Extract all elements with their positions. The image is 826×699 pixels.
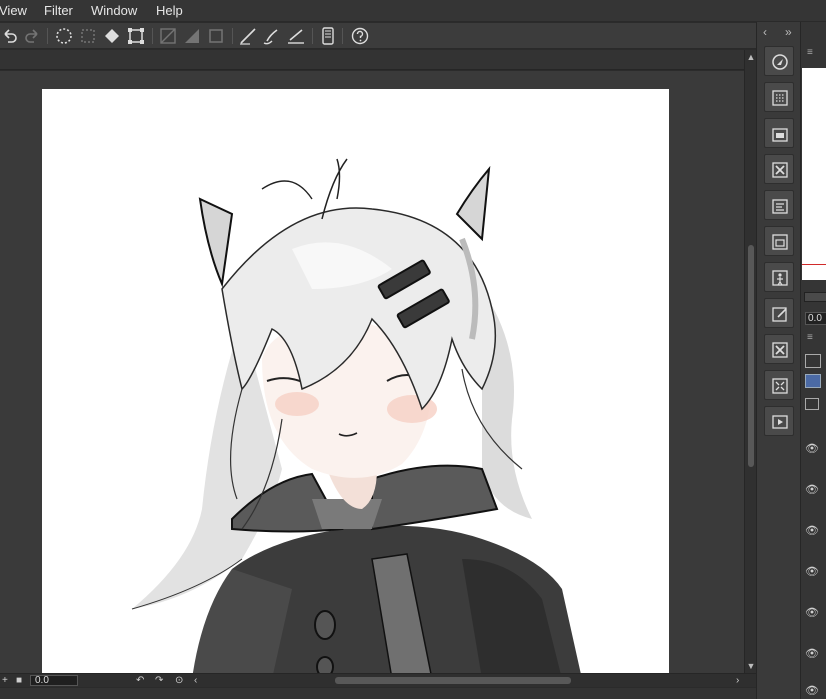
canvas-paper[interactable]: [42, 89, 669, 673]
layer-button[interactable]: [764, 226, 794, 256]
scroll-left-icon[interactable]: ‹: [194, 674, 197, 687]
menu-filter[interactable]: Filter: [44, 3, 73, 18]
menu-view[interactable]: View: [0, 3, 27, 18]
eye-icon[interactable]: 👁: [805, 684, 819, 697]
new-layer-icon[interactable]: [805, 354, 821, 368]
fill-icon[interactable]: [102, 26, 122, 46]
tool-property-button[interactable]: [764, 262, 794, 292]
snap-ruler-icon[interactable]: [158, 26, 178, 46]
eye-icon[interactable]: 👁: [805, 565, 819, 578]
collapse-icon[interactable]: ‹: [763, 25, 767, 39]
line-icon[interactable]: [286, 26, 306, 46]
pen-correction-icon[interactable]: [238, 26, 258, 46]
reset-icon[interactable]: ⊙: [175, 674, 183, 687]
rotate-right-icon[interactable]: ↷: [155, 674, 163, 687]
layer-panel-menu-icon[interactable]: ≡: [807, 332, 813, 343]
scroll-right-icon[interactable]: ›: [736, 674, 739, 687]
expand-icon[interactable]: »: [785, 25, 792, 39]
tablet-icon[interactable]: [318, 26, 338, 46]
help-icon[interactable]: [350, 26, 370, 46]
right-panel: ≡ 0.0 ≡ 👁 👁 👁 👁 👁 👁 👁: [800, 22, 826, 699]
animation-button[interactable]: [764, 406, 794, 436]
navigator-slider[interactable]: [804, 292, 826, 302]
snap-special-icon[interactable]: [206, 26, 226, 46]
selection-icon[interactable]: [54, 26, 74, 46]
navigator-preview[interactable]: [802, 68, 826, 280]
navigator-frame-line: [802, 264, 826, 265]
menubar: View Filter Window Help: [0, 0, 826, 22]
command-bar: ‹ »: [756, 22, 800, 699]
eye-icon[interactable]: 👁: [805, 524, 819, 537]
menu-window[interactable]: Window: [91, 3, 137, 18]
layer-mask-icon[interactable]: [805, 374, 821, 388]
panel-menu-icon[interactable]: ≡: [807, 47, 813, 58]
bottom-strip: [0, 688, 760, 699]
stop-icon[interactable]: ■: [16, 674, 22, 687]
snap-grid-icon[interactable]: [182, 26, 202, 46]
material-button[interactable]: [764, 82, 794, 112]
eye-icon[interactable]: 👁: [805, 483, 819, 496]
redo-icon[interactable]: [22, 26, 42, 46]
navigator-zoom-field[interactable]: 0.0: [805, 312, 826, 325]
transform-icon[interactable]: [126, 26, 146, 46]
artwork-illustration: [131, 158, 581, 673]
zoom-field[interactable]: 0.0: [30, 675, 78, 686]
app-window: View Filter Window Help ▲ ▼ + ■ 0.0 ↶ ↷ …: [0, 0, 826, 699]
layer-list-icon[interactable]: [805, 398, 819, 410]
status-bar: + ■ 0.0 ↶ ↷ ⊙ ‹ ›: [0, 673, 756, 687]
transform-button[interactable]: [764, 370, 794, 400]
canvas-vertical-scrollbar[interactable]: ▲ ▼: [744, 50, 756, 674]
scroll-thumb[interactable]: [748, 245, 754, 467]
navigator-button[interactable]: [764, 46, 794, 76]
eye-icon[interactable]: 👁: [805, 647, 819, 660]
menu-help[interactable]: Help: [156, 3, 183, 18]
undo-icon[interactable]: [0, 26, 20, 46]
canvas-area[interactable]: [0, 71, 744, 673]
layer-search-button[interactable]: [764, 190, 794, 220]
layer-property-button[interactable]: [764, 118, 794, 148]
scroll-up-icon[interactable]: ▲: [746, 52, 756, 62]
close-button[interactable]: [764, 154, 794, 184]
horizontal-scroll-thumb[interactable]: [335, 677, 571, 684]
eye-icon[interactable]: 👁: [805, 606, 819, 619]
close-button-2[interactable]: [764, 334, 794, 364]
canvas-tab-bar: ⌄: [0, 50, 756, 70]
eye-icon[interactable]: 👁: [805, 442, 819, 455]
rotate-left-icon[interactable]: ↶: [136, 674, 144, 687]
toolbar: [0, 23, 756, 49]
command-bar-header: ‹ »: [757, 22, 801, 44]
scroll-down-icon[interactable]: ▼: [746, 661, 756, 671]
edit-button[interactable]: [764, 298, 794, 328]
marquee-icon[interactable]: [78, 26, 98, 46]
brush-icon[interactable]: [262, 26, 282, 46]
zoom-in-icon[interactable]: +: [2, 674, 8, 687]
